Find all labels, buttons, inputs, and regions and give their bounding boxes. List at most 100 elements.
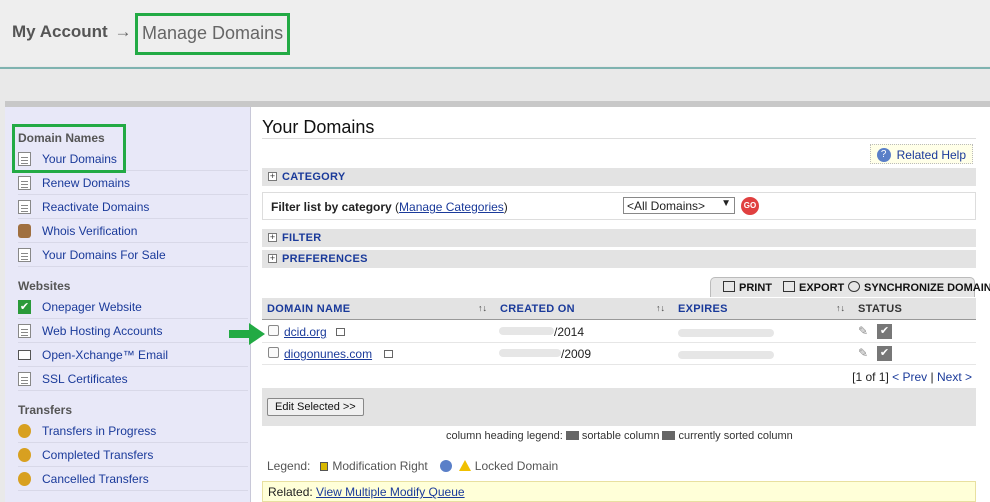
sidebar-item-renew-domains[interactable]: Renew Domains [18, 171, 248, 195]
help-icon: ? [876, 148, 891, 162]
title-divider [262, 138, 976, 139]
sidebar-section-title: Transfers [18, 403, 73, 417]
category-section-toggle[interactable]: + CATEGORY [262, 168, 976, 186]
document-icon [18, 248, 31, 262]
header-divider [0, 67, 990, 69]
next-page-link[interactable]: Next > [937, 370, 972, 384]
created-date: /2014 [499, 325, 584, 339]
certificate-icon [18, 372, 31, 386]
note-icon[interactable] [384, 350, 393, 358]
person-lock-icon [18, 224, 31, 238]
view-multiple-modify-queue-link[interactable]: View Multiple Modify Queue [316, 485, 465, 499]
table-toolbar: PRINT EXPORT SYNCHRONIZE DOMAINS [710, 277, 990, 297]
created-date: /2009 [499, 347, 591, 361]
document-icon [18, 324, 31, 338]
no-edit-icon: ✎ [858, 324, 869, 338]
breadcrumb-root[interactable]: My Account [12, 22, 108, 41]
column-domain-name[interactable]: DOMAIN NAME [267, 303, 350, 315]
transfer-icon [18, 448, 31, 462]
manage-categories-link[interactable]: Manage Categories [399, 200, 504, 214]
document-icon [18, 176, 31, 190]
filter-section-toggle[interactable]: + FILTER [262, 229, 976, 247]
table-row: diogonunes.com /2009 ✎ ✔ [262, 343, 976, 365]
chevron-down-icon: ▼ [721, 198, 731, 209]
sidebar-item-label: Cancelled Transfers [42, 472, 149, 486]
sidebar-item-label: Open-Xchange™ Email [42, 348, 169, 362]
column-status: STATUS [858, 303, 903, 315]
checkbox-status-icon: ✔ [877, 346, 892, 361]
related-bar: Related: View Multiple Modify Queue [262, 481, 976, 502]
breadcrumb-separator: → [114, 22, 132, 41]
pagination: [1 of 1] < Prev | Next > [852, 370, 972, 384]
edit-selected-button[interactable]: Edit Selected >> [267, 398, 364, 416]
export-button[interactable]: EXPORT [783, 281, 844, 294]
sidebar-item-domains-for-sale[interactable]: Your Domains For Sale [18, 243, 248, 267]
synchronize-domains-button[interactable]: SYNCHRONIZE DOMAINS [848, 281, 990, 294]
checkmark-icon: ✔ [18, 300, 31, 314]
export-icon [783, 281, 795, 292]
table-header: DOMAIN NAME ↑↓ CREATED ON ↑↓ EXPIRES ↑↓ … [262, 298, 976, 320]
breadcrumb-current: Manage Domains [135, 13, 290, 55]
domain-link[interactable]: diogonunes.com [284, 347, 372, 361]
sortable-column-icon [565, 431, 579, 440]
sorted-column-icon [662, 431, 676, 440]
annotation-arrow-icon [229, 323, 265, 345]
sidebar-item-ssl[interactable]: SSL Certificates [18, 367, 248, 391]
category-select[interactable]: <All Domains> ▼ [623, 197, 735, 214]
help-icon [439, 460, 452, 472]
sidebar-item-whois-verification[interactable]: Whois Verification [18, 219, 248, 243]
transfer-icon [18, 424, 31, 438]
no-edit-icon: ✎ [858, 346, 869, 360]
column-created-on[interactable]: CREATED ON [500, 303, 575, 315]
column-expires[interactable]: EXPIRES [678, 303, 728, 315]
sidebar-item-reactivate-domains[interactable]: Reactivate Domains [18, 195, 248, 219]
checkbox-status-icon: ✔ [877, 324, 892, 339]
related-help-button[interactable]: ? Related Help [869, 144, 973, 164]
note-icon[interactable] [336, 328, 345, 336]
sort-icon[interactable]: ↑↓ [836, 303, 845, 313]
sidebar-item-label: Whois Verification [42, 224, 138, 238]
filter-label: Filter list by category (Manage Categori… [271, 200, 508, 214]
document-icon [18, 200, 31, 214]
top-header: My Account → Manage Domains [0, 0, 990, 66]
sort-icon[interactable]: ↑↓ [478, 303, 487, 313]
sidebar-item-label: Onepager Website [42, 300, 142, 314]
sidebar-item-cancelled-transfers[interactable]: Cancelled Transfers [18, 467, 248, 491]
lock-icon [320, 462, 329, 471]
sidebar-item-web-hosting[interactable]: Web Hosting Accounts [18, 319, 248, 343]
pager-separator: | [930, 370, 934, 384]
row-checkbox[interactable] [268, 347, 279, 358]
sidebar-item-transfers-in-progress[interactable]: Transfers in Progress [18, 419, 248, 443]
sidebar-item-onepager[interactable]: ✔ Onepager Website [18, 295, 248, 319]
sort-icon[interactable]: ↑↓ [656, 303, 665, 313]
highlight-box [12, 124, 126, 173]
expand-icon: + [268, 232, 277, 242]
go-button[interactable]: GO [741, 197, 759, 215]
section-label: PREFERENCES [282, 253, 368, 265]
bulk-actions-bar: Edit Selected >> [262, 388, 976, 426]
row-checkbox[interactable] [268, 325, 279, 336]
category-filter: Filter list by category (Manage Categori… [262, 192, 976, 220]
sidebar-item-label: Completed Transfers [42, 448, 154, 462]
expires-date-redacted [678, 329, 774, 337]
expand-icon: + [268, 171, 277, 181]
sidebar-item-label: Web Hosting Accounts [42, 324, 163, 338]
printer-icon [723, 281, 735, 292]
section-label: FILTER [282, 232, 322, 244]
sidebar-item-label: Reactivate Domains [42, 200, 150, 214]
sidebar-item-email[interactable]: Open-Xchange™ Email [18, 343, 248, 367]
print-button[interactable]: PRINT [723, 281, 772, 294]
prev-page-link[interactable]: < Prev [892, 370, 927, 384]
sidebar-item-label: Transfers in Progress [42, 424, 157, 438]
category-select-value: <All Domains> [627, 199, 706, 213]
status-legend: Legend: Modification Right Locked Domain [267, 459, 559, 473]
sidebar-item-label: Your Domains For Sale [42, 248, 166, 262]
section-label: CATEGORY [282, 171, 346, 183]
breadcrumb: My Account → [12, 22, 133, 42]
sidebar-item-completed-transfers[interactable]: Completed Transfers [18, 443, 248, 467]
page-title: Your Domains [262, 117, 375, 137]
expires-date-redacted [678, 351, 774, 359]
domain-link[interactable]: dcid.org [284, 325, 327, 339]
sidebar-item-label: Renew Domains [42, 176, 131, 190]
preferences-section-toggle[interactable]: + PREFERENCES [262, 250, 976, 268]
